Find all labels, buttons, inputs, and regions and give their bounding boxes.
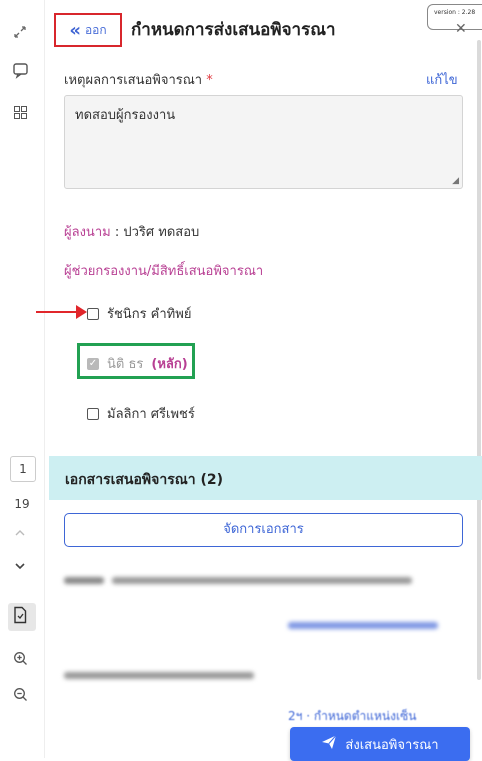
helper-name: มัลลิกา ศรีเพชร์ [107,407,195,422]
resize-handle-icon[interactable]: ◢ [452,176,459,186]
edit-link[interactable]: แก้ไข [426,69,458,90]
expand-icon[interactable] [9,24,31,46]
grid-icon[interactable] [9,104,31,126]
main-tag: (หลัก) [151,357,188,372]
page-total: 19 [14,497,30,511]
page-number-input[interactable]: 1 [10,456,36,482]
left-toolbar: 1 19 [0,0,45,758]
documents-header: เอกสารเสนอพิจารณา (2) [49,456,482,500]
send-for-review-button[interactable]: ส่งเสนอพิจารณา [290,727,470,761]
signer-separator: : [110,225,124,240]
checkbox[interactable] [87,407,99,420]
helper-name: นิติ ธร [107,357,144,372]
position-link[interactable]: 2ฯ · กำหนดตำแหน่งเซ็น [288,707,416,726]
reason-textarea[interactable]: ทดสอบผู้กรองงาน ◢ [64,95,463,189]
checkbox-checked: ✓ [87,357,99,370]
back-button-label: ออก [84,22,107,37]
blurred-doc-link[interactable] [288,622,438,629]
send-button-label: ส่งเสนอพิจารณา [345,737,439,753]
blurred-doc-text [64,577,104,584]
reason-label-text: เหตุผลการเสนอพิจารณา [64,73,203,88]
helper-name: รัชนิกร คำทิพย์ [107,307,192,322]
blurred-doc-text [64,672,254,679]
signer-row: ผู้ลงนาม : ปวริศ ทดสอบ [64,221,199,242]
reason-value: ทดสอบผู้กรองงาน [75,108,176,123]
signer-value: ปวริศ ทดสอบ [123,225,200,240]
helper-item[interactable]: มัลลิกา ศรีเพชร์ [87,403,195,424]
required-mark: * [206,73,213,88]
helpers-label: ผู้ช่วยกรองงาน/มีสิทธิ์เสนอพิจารณา [64,264,264,279]
checkbox[interactable] [87,307,99,320]
double-chevron-left-icon: « [69,19,81,41]
zoom-in-icon[interactable] [9,650,31,672]
chevron-down-icon[interactable] [9,556,31,578]
paper-plane-icon [321,734,337,754]
reason-label: เหตุผลการเสนอพิจารณา * [64,69,213,90]
chevron-up-icon[interactable] [9,523,31,545]
zoom-out-icon[interactable] [9,686,31,708]
close-icon[interactable]: ✕ [455,21,467,37]
comment-icon[interactable] [9,62,31,84]
manage-documents-button[interactable]: จัดการเอกสาร [64,513,463,547]
annotation-arrow-head [76,305,87,319]
blurred-doc-text [112,577,412,584]
back-button[interactable]: « ออก [54,13,122,47]
document-sign-icon[interactable] [9,606,31,628]
helper-item-main: ✓ นิติ ธร (หลัก) [87,353,188,374]
signer-key: ผู้ลงนาม [64,225,111,240]
annotation-arrow-line [36,311,78,313]
page-title: กำหนดการส่งเสนอพิจารณา [131,20,336,40]
scrollbar[interactable] [477,40,481,680]
helper-item[interactable]: รัชนิกร คำทิพย์ [87,303,191,324]
